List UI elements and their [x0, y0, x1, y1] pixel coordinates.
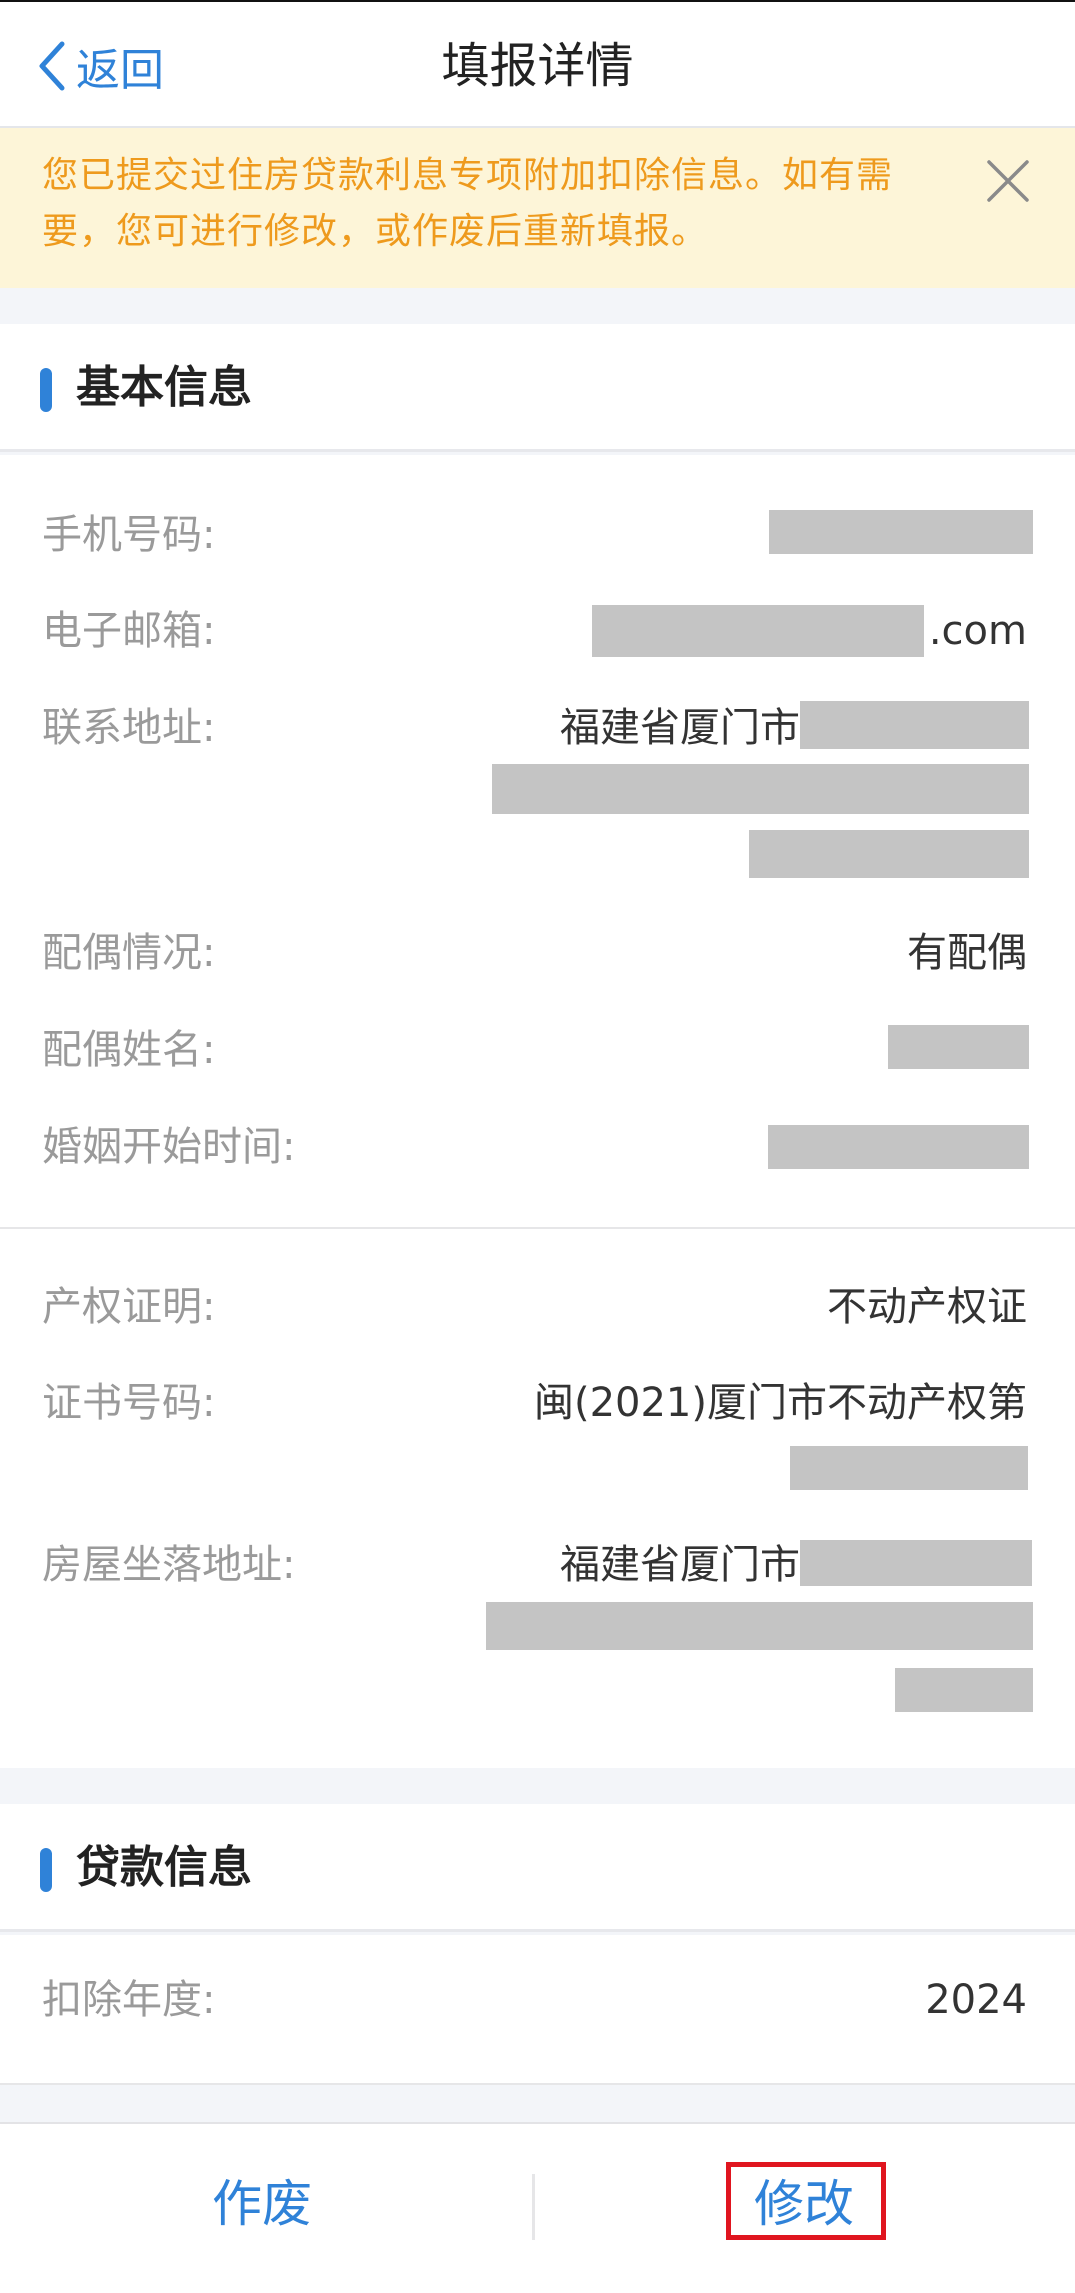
- redacted-email: [592, 605, 924, 657]
- spouse-status-value: 有配偶: [907, 930, 1027, 976]
- section-title: 基本信息: [76, 362, 252, 413]
- section-marker: [40, 368, 52, 412]
- deduction-year-value: 2024: [925, 1977, 1027, 2023]
- redacted-address-line3: [749, 830, 1029, 878]
- redacted-house-address-line2: [486, 1602, 1033, 1650]
- section-loan-info: 贷款信息: [0, 1804, 1075, 1932]
- redacted-address-line2: [492, 764, 1029, 814]
- bottom-action-bar: 作废 修改: [0, 2122, 1075, 2293]
- marriage-date-label: 婚姻开始时间:: [42, 1124, 296, 1170]
- redacted-spouse-name: [888, 1025, 1029, 1069]
- deduction-year-label: 扣除年度:: [42, 1977, 216, 2023]
- notice-banner: 您已提交过住房贷款利息专项附加扣除信息。如有需要，您可进行修改，或作废后重新填报…: [0, 128, 1075, 288]
- close-icon[interactable]: [983, 156, 1033, 206]
- divider: [0, 1227, 1075, 1229]
- section-title: 贷款信息: [76, 1842, 252, 1893]
- house-address-prefix: 福建省厦门市: [560, 1542, 800, 1588]
- house-address-label: 房屋坐落地址:: [42, 1542, 296, 1588]
- notice-text: 您已提交过住房贷款利息专项附加扣除信息。如有需要，您可进行修改，或作废后重新填报…: [42, 155, 894, 252]
- spouse-name-label: 配偶姓名:: [42, 1027, 216, 1073]
- property-proof-label: 产权证明:: [42, 1284, 216, 1330]
- button-separator: [532, 2174, 535, 2240]
- email-suffix: .com: [928, 608, 1027, 654]
- redacted-house-address-line3: [895, 1668, 1033, 1712]
- redacted-cert-no: [790, 1446, 1028, 1490]
- property-proof-value: 不动产权证: [827, 1284, 1027, 1330]
- cert-no-label: 证书号码:: [42, 1380, 216, 1426]
- redacted-phone: [769, 510, 1033, 554]
- cert-no-value: 闽(2021)厦门市不动产权第: [533, 1380, 1027, 1426]
- address-label: 联系地址:: [42, 705, 216, 751]
- redacted-marriage-date: [768, 1125, 1029, 1169]
- divider: [0, 2083, 1075, 2085]
- redacted-address-line1: [800, 701, 1029, 749]
- nav-bar: 返回 填报详情: [0, 0, 1075, 128]
- email-label: 电子邮箱:: [42, 608, 216, 654]
- void-button[interactable]: 作废: [212, 2169, 312, 2239]
- basic-info-card: 手机号码: 电子邮箱: .com 联系地址: 福建省厦门市 配偶情况: 有配偶 …: [0, 455, 1075, 1768]
- phone-label: 手机号码:: [42, 512, 216, 558]
- section-basic-info: 基本信息: [0, 324, 1075, 452]
- section-marker: [40, 1848, 52, 1892]
- page-title: 填报详情: [441, 38, 634, 94]
- spouse-status-label: 配偶情况:: [42, 930, 216, 976]
- address-prefix: 福建省厦门市: [560, 705, 800, 751]
- modify-highlight-box: [726, 2162, 886, 2240]
- redacted-house-address-line1: [800, 1540, 1032, 1586]
- loan-info-card: 扣除年度: 2024: [0, 1935, 1075, 2085]
